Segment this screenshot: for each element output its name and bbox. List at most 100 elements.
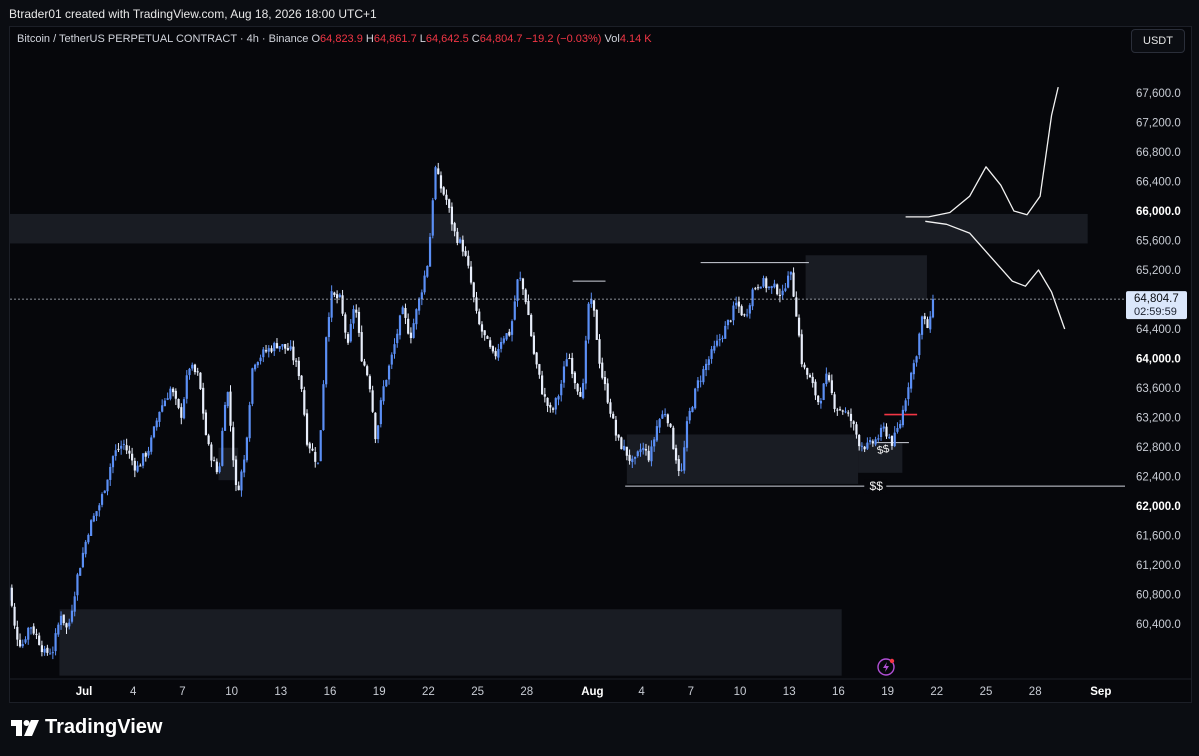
candle-body: [109, 466, 112, 480]
candle-body: [800, 334, 803, 365]
candle-body: [874, 439, 877, 445]
candle-body: [256, 362, 259, 366]
candle-body: [609, 402, 612, 414]
candle-body: [726, 319, 730, 326]
candle-body: [46, 647, 49, 653]
candle-body: [527, 300, 530, 316]
candle-body: [125, 445, 128, 451]
candle-body: [551, 408, 555, 410]
candle-body: [338, 294, 341, 298]
candle-body: [51, 652, 54, 654]
candle-body: [625, 446, 628, 456]
candle-body: [404, 308, 407, 318]
x-tick-label: 7: [179, 686, 185, 698]
candle-body: [893, 432, 896, 447]
candle-body: [62, 614, 65, 624]
candle-body: [431, 200, 434, 236]
candle-body: [226, 392, 229, 407]
candle-body: [169, 388, 172, 399]
candle-body: [131, 453, 134, 461]
chart-frame[interactable]: $$ $$ 67,600.0 67,200.0 66,800.0 66,400.0 66,…: [9, 26, 1192, 703]
candle-body: [866, 442, 869, 449]
candle-body: [699, 380, 702, 382]
candle-body: [486, 336, 489, 339]
candle-body: [787, 275, 790, 288]
candle-body: [336, 294, 339, 299]
candle-body: [382, 386, 385, 402]
candle-body: [595, 309, 598, 340]
candle-body: [426, 265, 429, 277]
zone-upper-supply: [10, 213, 1088, 244]
candle-body: [111, 456, 115, 468]
candle-body: [685, 421, 689, 448]
x-tick-label: 16: [832, 686, 845, 698]
x-tick-label: 10: [734, 686, 747, 698]
candle-body: [702, 369, 705, 383]
last-price-value: 64,804.7: [1134, 293, 1179, 305]
candle-body: [899, 423, 902, 428]
candle-body: [830, 380, 833, 394]
candle-body: [232, 427, 235, 461]
candle-body: [330, 291, 333, 318]
x-tick-label: 22: [422, 686, 435, 698]
candle-body: [489, 340, 492, 347]
candle-body: [292, 346, 295, 361]
candle-body: [349, 324, 352, 342]
change-value: −19.2 (−0.03%): [525, 33, 602, 45]
candle-body: [374, 412, 377, 440]
candlestick-chart[interactable]: $$ $$ 67,600.0 67,200.0 66,800.0 66,400.0 66,…: [10, 27, 1191, 702]
candle-body: [642, 447, 645, 451]
candle-body: [521, 278, 525, 290]
candle-body: [95, 511, 98, 517]
candle-body: [729, 320, 732, 322]
candle-body: [612, 413, 615, 419]
candle-body: [401, 307, 404, 315]
high-label: H: [365, 33, 374, 45]
candle-body: [87, 534, 90, 543]
candle-body: [910, 372, 913, 389]
candle-body: [65, 623, 68, 628]
candle-body: [281, 344, 284, 347]
high-value: 64,861.7: [373, 33, 417, 45]
candle-body: [915, 356, 918, 363]
y-tick-label: 64,400.0: [1136, 324, 1181, 336]
candle-body: [530, 314, 533, 337]
candle-body: [267, 348, 270, 352]
candle-body: [456, 231, 459, 243]
candle-body: [346, 334, 350, 343]
candle-body: [877, 438, 880, 440]
candle-body: [207, 435, 210, 445]
candle-body: [103, 490, 106, 493]
candle-body: [844, 411, 847, 413]
candle-body: [357, 311, 361, 333]
x-tick-label: 28: [520, 686, 533, 698]
candle-body: [623, 445, 626, 450]
candle-body: [29, 627, 33, 629]
candle-body: [907, 387, 910, 400]
candle-body: [472, 282, 475, 298]
zone-demand-early-jul: [59, 609, 842, 676]
candle-body: [524, 289, 527, 303]
currency-button[interactable]: USDT: [1131, 29, 1185, 53]
candle-body: [633, 456, 637, 459]
candle-body: [508, 331, 511, 336]
candle-body: [423, 275, 426, 293]
candle-body: [628, 454, 631, 461]
candle-body: [221, 430, 224, 466]
candle-body: [379, 400, 382, 425]
candle-body: [251, 368, 254, 404]
candle-body: [696, 380, 700, 389]
candle-body: [120, 445, 123, 449]
candle-body: [674, 448, 678, 461]
candle-body: [808, 375, 812, 378]
candle-body: [770, 286, 773, 289]
candle-body: [229, 391, 232, 426]
candle-body: [792, 272, 795, 297]
candle-body: [923, 316, 926, 320]
candle-body: [76, 574, 79, 596]
candle-body: [450, 206, 454, 225]
candle-body: [311, 448, 314, 451]
candle-body: [73, 596, 76, 612]
tradingview-logo[interactable]: TradingView: [11, 716, 162, 739]
candle-body: [191, 364, 194, 369]
